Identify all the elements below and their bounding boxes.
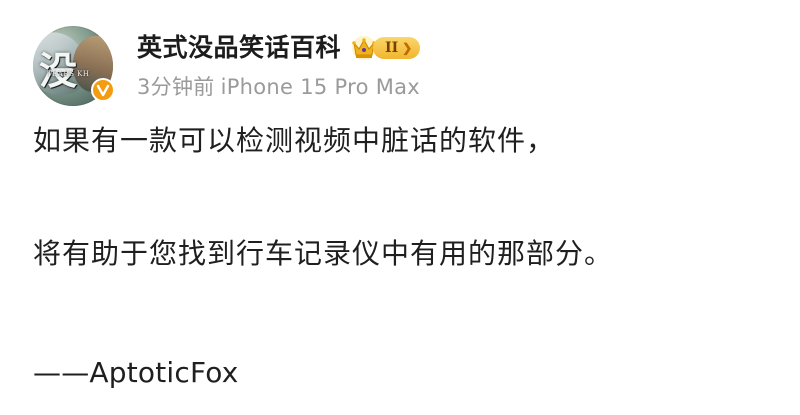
member-level-text: II xyxy=(385,40,399,56)
name-row: 英式没品笑话百科 II ❯ xyxy=(137,30,421,66)
post-device: iPhone 15 Pro Max xyxy=(220,75,421,99)
post-paragraph: 将有助于您找到行车记录仪中有用的那部分。 xyxy=(33,237,614,270)
verified-v-icon xyxy=(91,78,115,102)
member-level-pill: II ❯ xyxy=(373,37,421,59)
post-signature: ——AptoticFox xyxy=(33,356,239,389)
post-meta-row: 3分钟前 iPhone 15 Pro Max xyxy=(137,73,420,101)
post-time: 3分钟前 xyxy=(137,75,215,99)
author-meta: 英式没品笑话百科 II ❯ 3分钟前 iPhone 15 Pro Max xyxy=(137,30,421,101)
verified-v-glyph xyxy=(96,84,110,97)
author-name[interactable]: 英式没品笑话百科 xyxy=(137,30,341,66)
post-paragraph: 如果有一款可以检测视频中脏话的软件， xyxy=(33,124,556,157)
avatar-caption: TEARS KH xyxy=(47,70,90,78)
avatar-glyph: 没 xyxy=(39,48,77,93)
chevron-right-icon: ❯ xyxy=(402,41,413,55)
member-level-badge[interactable]: II ❯ xyxy=(349,33,421,63)
post-header: 没 TEARS KH 英式没品笑话百科 II ❯ 3分钟前 iPhone 15 … xyxy=(33,26,421,106)
avatar-container[interactable]: 没 TEARS KH xyxy=(33,26,115,106)
